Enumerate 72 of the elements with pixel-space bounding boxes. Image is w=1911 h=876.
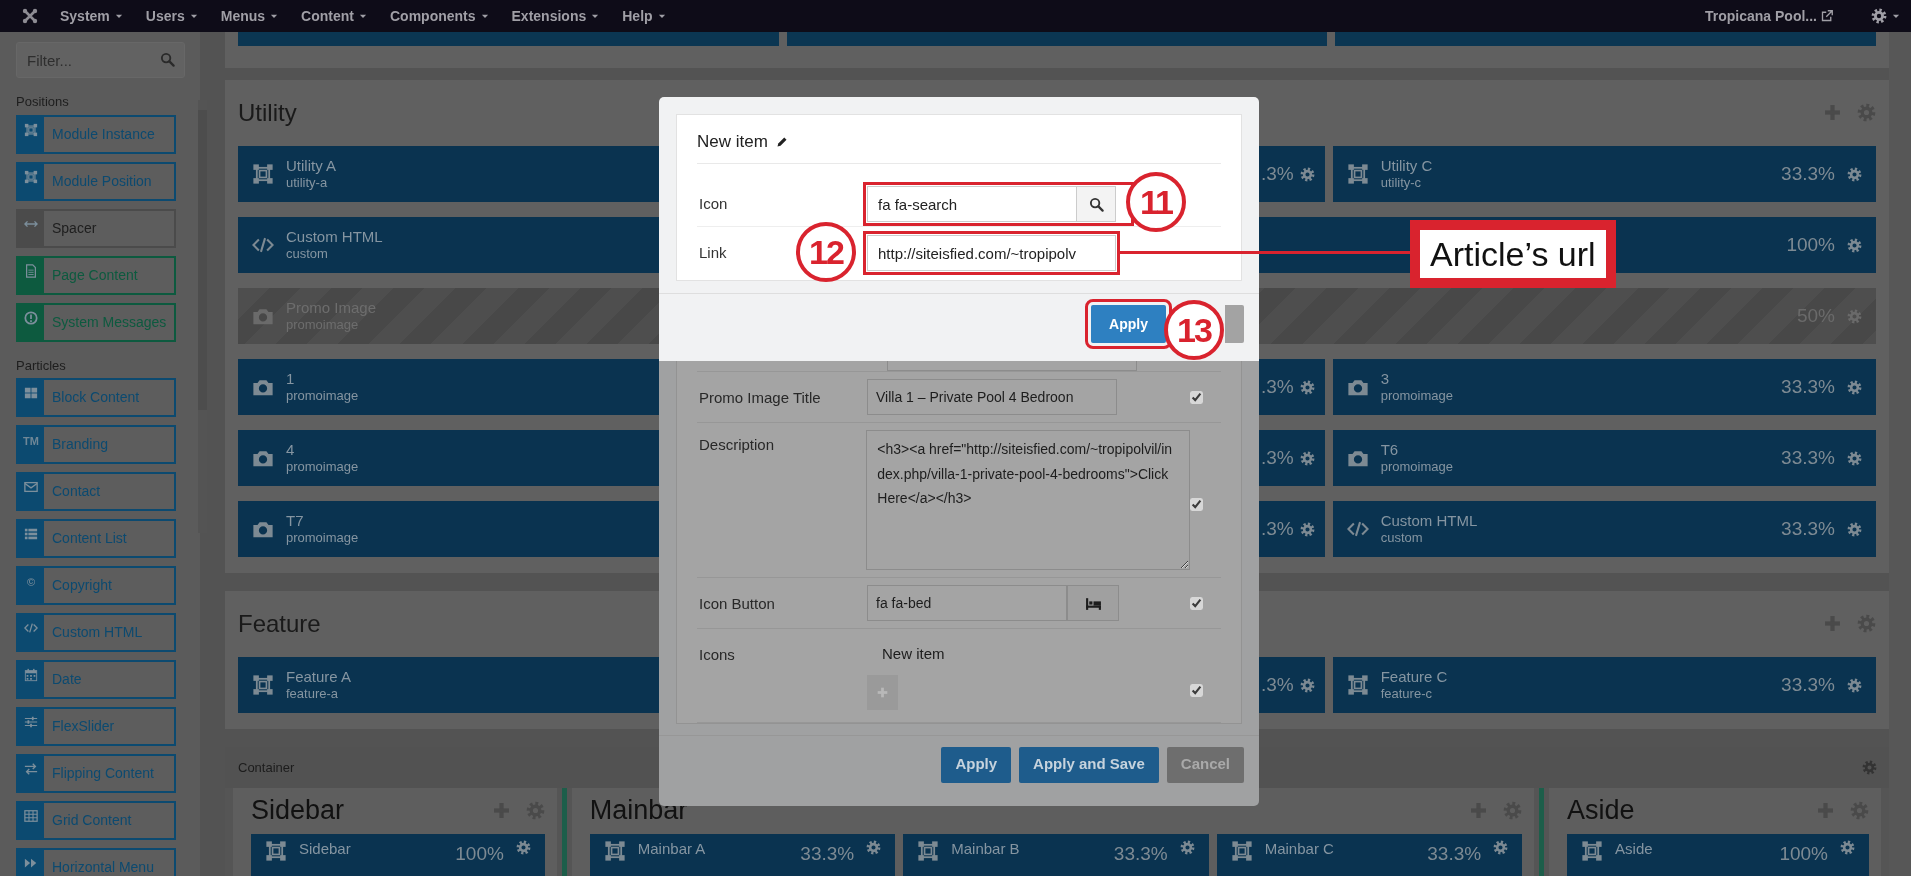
- item-label: Grid Content: [51, 811, 132, 830]
- block-subtitle: promoimage: [286, 459, 359, 475]
- item-label: Spacer: [51, 218, 97, 238]
- field-label: Description: [698, 435, 776, 455]
- width-percent: 33.3%: [1427, 842, 1482, 866]
- block-title: Mainbar A: [637, 840, 706, 858]
- width-percent: 100%: [455, 842, 504, 866]
- column-title: Mainbar: [589, 794, 688, 826]
- field-label: Icon Button: [698, 594, 776, 614]
- width-percent: 33.3%: [1781, 161, 1835, 186]
- section-title: Feature: [238, 608, 321, 639]
- block-subtitle: feature-c: [1380, 686, 1433, 702]
- block-subtitle: feature-a: [286, 686, 340, 702]
- block-title: Feature A: [286, 668, 352, 686]
- width-percent: .3%: [1260, 672, 1294, 697]
- width-percent: .3%: [1260, 161, 1294, 186]
- item-label: Flipping Content: [51, 764, 154, 783]
- width-percent: 33.3%: [1781, 445, 1835, 470]
- block-title: Feature C: [1380, 668, 1448, 686]
- item-label: Date: [51, 670, 82, 689]
- item-label: Module Position: [51, 171, 152, 191]
- block-subtitle: promoimage: [286, 388, 359, 404]
- item-label: Copyright: [51, 576, 112, 595]
- block-subtitle: custom: [286, 246, 329, 262]
- width-percent: 100%: [1779, 842, 1828, 866]
- width-percent: 33.3%: [1781, 672, 1835, 697]
- item-label: Block Content: [51, 388, 140, 407]
- block-subtitle: promoimage: [1380, 388, 1453, 404]
- block-title: Aside: [1615, 840, 1653, 858]
- item-label: Horizontal Menu: [51, 858, 154, 876]
- block-title: 3: [1380, 370, 1390, 388]
- width-percent: 33.3%: [1781, 516, 1835, 541]
- block-subtitle: utility-a: [286, 175, 329, 191]
- section-title: Utility: [238, 97, 297, 128]
- block-title: 1: [286, 370, 296, 388]
- item-label: Content List: [51, 529, 127, 548]
- item-label: Custom HTML: [51, 623, 143, 642]
- width-percent: 100%: [1786, 232, 1835, 257]
- block-title: Custom HTML: [286, 228, 383, 246]
- width-percent: .3%: [1260, 374, 1294, 399]
- item-label: Page Content: [51, 265, 138, 285]
- block-title: Mainbar C: [1264, 840, 1334, 858]
- width-percent: 33.3%: [1113, 842, 1168, 866]
- item-label: Module Instance: [51, 124, 155, 144]
- width-percent: .3%: [1260, 445, 1294, 470]
- group-label: Particles: [16, 356, 67, 375]
- block-title: Utility C: [1380, 157, 1433, 175]
- block-title: Mainbar B: [951, 840, 1020, 858]
- trademark-icon: TM: [23, 433, 39, 450]
- field-label: Link: [699, 244, 727, 261]
- block-subtitle: utility-c: [1380, 175, 1423, 191]
- block-title: Sidebar: [299, 840, 351, 858]
- width-percent: 33.3%: [800, 842, 855, 866]
- block-title: T7: [286, 512, 305, 530]
- block-subtitle: promoimage: [1380, 459, 1453, 475]
- width-percent: 33.3%: [1781, 374, 1835, 399]
- block-subtitle: custom: [1380, 530, 1424, 546]
- copyright-icon: ©: [26, 574, 36, 591]
- block-title: T6: [1380, 441, 1400, 459]
- column-title: Sidebar: [251, 794, 345, 826]
- callout-label: Article’s url: [1410, 220, 1616, 288]
- group-label: Positions: [16, 93, 70, 111]
- block-title: Utility A: [286, 157, 336, 175]
- item-label: FlexSlider: [51, 717, 115, 736]
- block-subtitle: promoimage: [286, 530, 359, 546]
- item-label: Branding: [51, 435, 109, 454]
- column-title: Aside: [1567, 794, 1635, 826]
- item-label: System Messages: [51, 312, 167, 332]
- width-percent: .3%: [1260, 516, 1294, 541]
- block-title: Custom HTML: [1380, 512, 1478, 530]
- item-label: Contact: [51, 482, 101, 501]
- block-title: 4: [286, 441, 296, 459]
